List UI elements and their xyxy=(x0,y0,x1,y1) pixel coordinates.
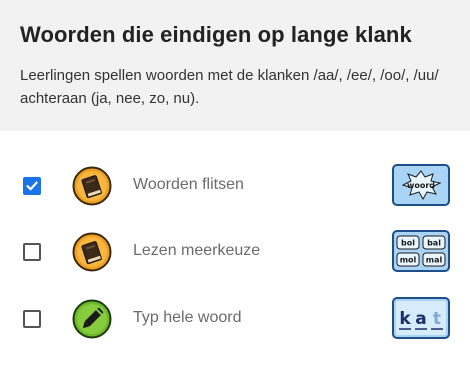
thumbnail-option: mol xyxy=(400,256,417,265)
thumbnail-word: woord xyxy=(407,181,435,190)
exercise-label: Typ hele woord xyxy=(133,309,242,326)
checkmark-icon xyxy=(26,181,38,191)
page-title: Woorden die eindigen op lange klank xyxy=(20,22,412,47)
exercise-row-typ-hele-woord[interactable]: Typ hele woord k a t xyxy=(0,289,470,349)
thumbnail-letter: t xyxy=(433,309,441,329)
thumbnail-option: mal xyxy=(426,256,443,265)
exercise-checkbox[interactable] xyxy=(23,310,41,328)
book-icon xyxy=(72,232,112,272)
thumbnail-option: bal xyxy=(427,239,441,248)
exercise-row-woorden-flitsen[interactable]: Woorden flitsen woord xyxy=(0,156,470,216)
thumbnail-option: bol xyxy=(401,239,415,248)
book-icon xyxy=(72,166,112,206)
exercise-row-lezen-meerkeuze[interactable]: Lezen meerkeuze bol bal mol mal xyxy=(0,222,470,282)
exercise-label: Woorden flitsen xyxy=(133,176,244,193)
thumbnail-lezen-meerkeuze: bol bal mol mal xyxy=(392,230,450,272)
exercise-label: Lezen meerkeuze xyxy=(133,242,261,259)
thumbnail-typ-hele-woord: k a t xyxy=(392,297,450,339)
thumbnail-woorden-flitsen: woord xyxy=(392,164,450,206)
exercise-checkbox[interactable] xyxy=(23,243,41,261)
thumbnail-letter: k xyxy=(399,309,411,329)
exercise-checkbox[interactable] xyxy=(23,177,41,195)
page-description: Leerlingen spellen woorden met de klanke… xyxy=(20,67,439,107)
exercise-header: Woorden die eindigen op lange klank Leer… xyxy=(0,0,470,131)
pencil-icon xyxy=(72,299,112,339)
thumbnail-letter: a xyxy=(415,309,426,329)
